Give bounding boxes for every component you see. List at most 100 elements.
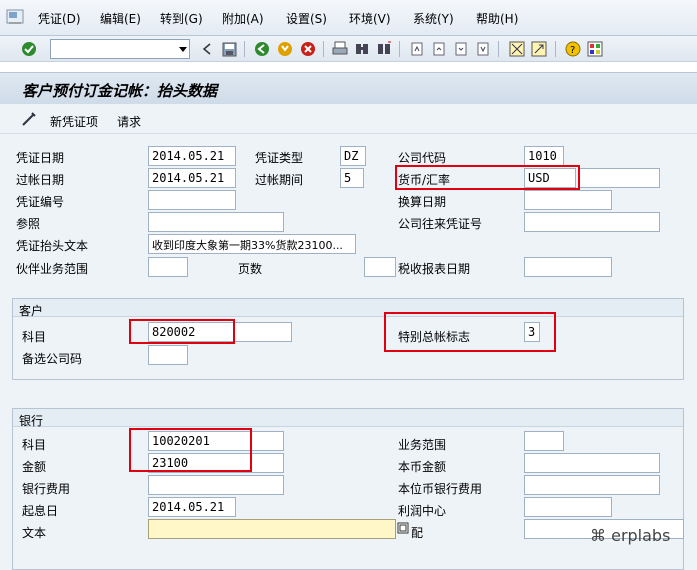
- new-document-button[interactable]: 新凭证项: [50, 113, 98, 130]
- cancel-icon[interactable]: [299, 40, 317, 58]
- menu-item-edit[interactable]: 编辑(E): [100, 10, 141, 27]
- long-text-icon[interactable]: [396, 520, 410, 536]
- toolbar-divider: [244, 41, 245, 57]
- doc-type-field[interactable]: DZ: [340, 146, 366, 166]
- header-form: 凭证日期 2014.05.21 凭证类型 DZ 公司代码 1010 过帐日期 2…: [0, 134, 697, 570]
- menu-item-settings[interactable]: 设置(S): [286, 10, 327, 27]
- menu-item-goto[interactable]: 转到(G): [160, 10, 203, 27]
- value-date-field[interactable]: 2014.05.21: [148, 497, 236, 517]
- doc-number-label: 凭证编号: [16, 195, 65, 209]
- value-date-label: 起息日: [22, 504, 59, 518]
- business-area-label: 业务范围: [398, 438, 447, 452]
- business-area-field[interactable]: [524, 431, 564, 451]
- help-icon[interactable]: ?: [564, 40, 582, 58]
- doc-date-field[interactable]: 2014.05.21: [148, 146, 236, 166]
- translation-date-label: 换算日期: [398, 195, 447, 209]
- bank-section-title: 银行: [19, 414, 44, 428]
- company-code-label: 公司代码: [398, 151, 447, 165]
- last-page-icon[interactable]: [474, 40, 492, 58]
- first-page-icon[interactable]: [408, 40, 426, 58]
- customize-layout-icon[interactable]: [586, 40, 604, 58]
- toolbar-divider: [399, 41, 400, 57]
- reference-field[interactable]: [148, 212, 284, 232]
- bank-account-label: 科目: [22, 438, 47, 452]
- exit-icon[interactable]: [276, 40, 294, 58]
- customer-section-title: 客户: [19, 304, 44, 318]
- period-field[interactable]: 5: [340, 168, 364, 188]
- menu-item-extras[interactable]: 附加(A): [222, 10, 264, 27]
- history-back-icon[interactable]: [198, 40, 216, 58]
- profit-center-label: 利润中心: [398, 504, 447, 518]
- previous-page-icon[interactable]: [430, 40, 448, 58]
- next-page-icon[interactable]: [452, 40, 470, 58]
- doc-date-label: 凭证日期: [16, 151, 65, 165]
- posting-date-field[interactable]: 2014.05.21: [148, 168, 236, 188]
- customer-account-label: 科目: [22, 330, 47, 344]
- wechat-icon: ⌘: [590, 526, 606, 545]
- bank-charges-field[interactable]: [148, 475, 284, 495]
- standard-toolbar: ?: [0, 36, 697, 62]
- shortcut-icon[interactable]: [530, 40, 548, 58]
- customer-account-highlight: [129, 319, 235, 344]
- profit-center-field[interactable]: [524, 497, 612, 517]
- doc-number-field[interactable]: [148, 190, 236, 210]
- command-field[interactable]: [50, 39, 190, 59]
- menu-bar: 凭证(D) 编辑(E) 转到(G) 附加(A) 设置(S) 环境(V) 系统(Y…: [0, 0, 697, 36]
- header-text-label: 凭证抬头文本: [16, 239, 89, 253]
- local-amount-field[interactable]: [524, 453, 660, 473]
- bank-account-amount-highlight: [129, 428, 252, 472]
- bank-section-header: [13, 409, 683, 427]
- new-item-icon[interactable]: [20, 110, 38, 128]
- chevron-down-icon[interactable]: [179, 47, 187, 52]
- intercompany-label: 公司往来凭证号: [398, 217, 483, 231]
- assignment-label: 配: [411, 526, 424, 540]
- page-title: 客户预付订金记帐：抬头数据: [22, 82, 218, 100]
- period-label: 过帐期间: [255, 173, 304, 187]
- pages-label: 页数: [238, 262, 263, 276]
- toolbar-divider: [323, 41, 324, 57]
- exchange-rate-field[interactable]: [578, 168, 660, 188]
- menu-item-system[interactable]: 系统(Y): [413, 10, 454, 27]
- sap-menu-icon[interactable]: [6, 8, 24, 26]
- find-next-icon[interactable]: [375, 40, 393, 58]
- customer-section-header: [13, 299, 683, 317]
- menu-item-document[interactable]: 凭证(D): [38, 10, 81, 27]
- footer-watermark: ⌘ erplabs: [590, 526, 670, 545]
- intercompany-field[interactable]: [524, 212, 660, 232]
- save-icon[interactable]: [220, 40, 238, 58]
- text-label: 文本: [22, 526, 47, 540]
- special-gl-highlight: [384, 312, 556, 352]
- back-icon[interactable]: [253, 40, 271, 58]
- reference-label: 参照: [16, 217, 41, 231]
- tax-date-label: 税收报表日期: [398, 262, 471, 276]
- print-icon[interactable]: [331, 40, 349, 58]
- menu-item-environment[interactable]: 环境(V): [349, 10, 391, 27]
- translation-date-field[interactable]: [524, 190, 612, 210]
- local-amount-label: 本币金额: [398, 460, 447, 474]
- company-code-field[interactable]: 1010: [524, 146, 564, 166]
- customer-section: 客户: [12, 298, 684, 380]
- alt-company-label: 备选公司码: [22, 352, 83, 366]
- pages-field[interactable]: [364, 257, 396, 277]
- currency-highlight: [395, 165, 580, 190]
- menu-item-help[interactable]: 帮助(H): [476, 10, 518, 27]
- svg-text:?: ?: [570, 45, 575, 56]
- header-text-field[interactable]: 收到印度大象第一期33%货款23100...: [148, 234, 356, 254]
- request-button[interactable]: 请求: [117, 113, 141, 130]
- bank-charges-label: 银行费用: [22, 482, 71, 496]
- find-icon[interactable]: [353, 40, 371, 58]
- alt-company-field[interactable]: [148, 345, 188, 365]
- footer-watermark-text: erplabs: [611, 526, 671, 545]
- amount-label: 金额: [22, 460, 47, 474]
- local-bank-charges-label: 本位币银行费用: [398, 482, 483, 496]
- text-field[interactable]: [148, 519, 396, 539]
- partner-ba-field[interactable]: [148, 257, 188, 277]
- tax-date-field[interactable]: [524, 257, 612, 277]
- create-session-icon[interactable]: [508, 40, 526, 58]
- doc-type-label: 凭证类型: [255, 151, 304, 165]
- toolbar-divider: [555, 41, 556, 57]
- posting-date-label: 过帐日期: [16, 173, 65, 187]
- enter-check-icon[interactable]: [20, 40, 38, 58]
- local-bank-charges-field[interactable]: [524, 475, 660, 495]
- application-toolbar: 新凭证项 请求: [0, 104, 697, 134]
